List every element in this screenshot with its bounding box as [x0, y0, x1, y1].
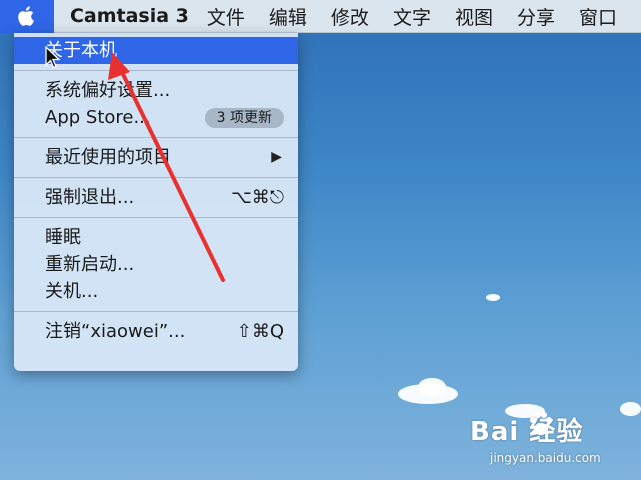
menu-view[interactable]: 视图 [455, 3, 493, 30]
menu-item-label: 系统偏好设置... [45, 80, 171, 101]
app-name-menu[interactable]: Camtasia 3 [70, 5, 189, 27]
menu-item-app-store[interactable]: App Store... 3 项更新 [14, 104, 298, 131]
submenu-arrow-icon: ▶ [271, 149, 282, 165]
keyboard-shortcut: ⌥⌘⎋ [231, 187, 284, 208]
menu-item-label: 最近使用的项目 [45, 147, 171, 168]
menu-item-recent-items[interactable]: 最近使用的项目 ▶ [14, 144, 298, 171]
cloud [486, 294, 500, 301]
menu-file[interactable]: 文件 [207, 3, 245, 30]
menu-text[interactable]: 文字 [393, 3, 431, 30]
menu-item-system-preferences[interactable]: 系统偏好设置... [14, 77, 298, 104]
baidu-watermark: Bai 经验 jingyan.baidu.com [470, 405, 630, 475]
menu-separator [14, 177, 298, 178]
menu-share[interactable]: 分享 [517, 3, 555, 30]
paw-icon [530, 412, 552, 435]
watermark-url: jingyan.baidu.com [490, 451, 601, 465]
menu-bar: Camtasia 3 文件 编辑 修改 文字 视图 分享 窗口 [0, 0, 641, 33]
mouse-cursor-icon [45, 46, 61, 69]
cloud [418, 378, 446, 396]
menu-item-sleep[interactable]: 睡眠 [14, 224, 298, 251]
menu-item-label: 强制退出... [45, 187, 135, 208]
menu-item-restart[interactable]: 重新启动... [14, 251, 298, 278]
menu-separator [14, 217, 298, 218]
menu-separator [14, 311, 298, 312]
menu-item-label: 关机... [45, 281, 99, 302]
menu-item-label: 睡眠 [45, 227, 81, 248]
updates-badge: 3 项更新 [204, 108, 284, 128]
keyboard-shortcut: ⇧⌘Q [236, 321, 284, 342]
menu-item-label: App Store... [45, 107, 151, 128]
menu-item-label: 注销“xiaowei”... [45, 321, 186, 342]
menu-edit[interactable]: 编辑 [269, 3, 307, 30]
menu-item-shut-down[interactable]: 关机... [14, 278, 298, 305]
apple-icon [18, 6, 34, 26]
menu-item-log-out[interactable]: 注销“xiaowei”... ⇧⌘Q [14, 318, 298, 345]
menu-window[interactable]: 窗口 [579, 3, 617, 30]
apple-dropdown-menu: 关于本机 系统偏好设置... App Store... 3 项更新 最近使用的项… [14, 33, 298, 371]
menu-separator [14, 137, 298, 138]
menu-separator [14, 70, 298, 71]
apple-menu-button[interactable] [0, 0, 54, 33]
menu-item-force-quit[interactable]: 强制退出... ⌥⌘⎋ [14, 184, 298, 211]
menu-modify[interactable]: 修改 [331, 3, 369, 30]
menu-item-label: 重新启动... [45, 254, 135, 275]
